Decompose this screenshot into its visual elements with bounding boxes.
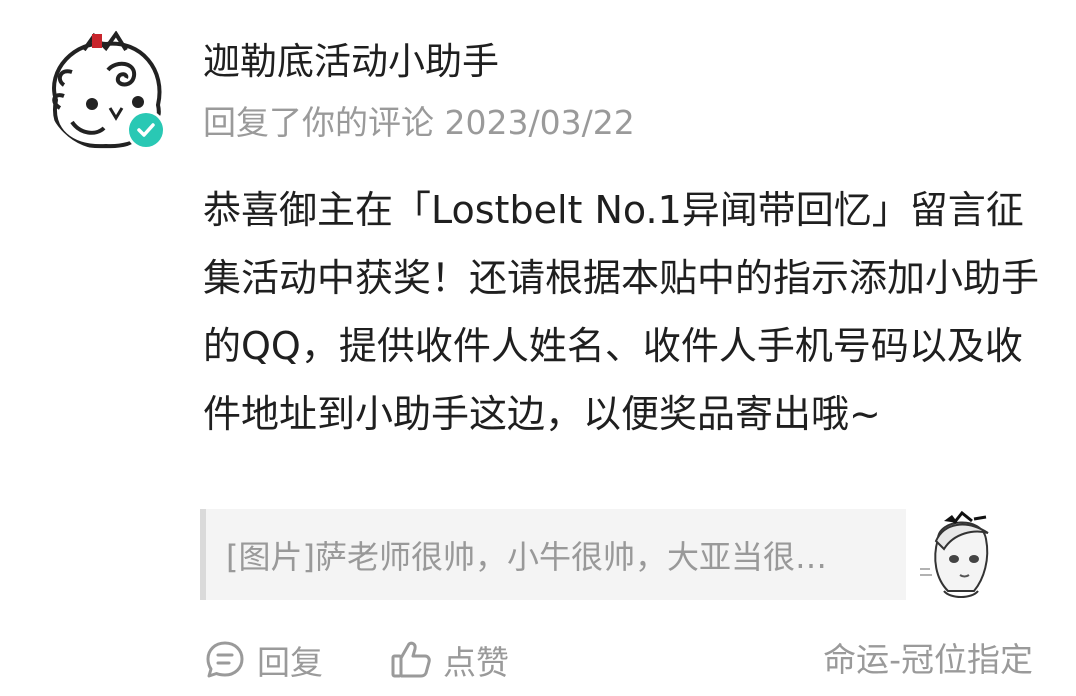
quoted-comment[interactable]: [图片]萨老师很帅，小牛很帅，大亚当很… [200,509,906,600]
username[interactable]: 迦勒底活动小助手 [203,36,499,88]
reply-action-text: 回复了你的评论 [203,103,434,142]
verified-check-icon [129,113,163,147]
thumbs-up-icon [391,641,431,678]
verified-badge [126,110,166,150]
source-label[interactable]: 命运-冠位指定 [823,632,1033,688]
reply-bubble-icon [206,641,244,678]
reply-meta: 回复了你的评论 2023/03/22 [203,100,635,146]
quoted-text: [图片]萨老师很帅，小牛很帅，大亚当很… [226,537,827,576]
action-bar: 回复 点赞 命运-冠位指定 [203,632,1033,688]
user-avatar[interactable] [46,30,168,152]
reply-label: 回复 [257,643,323,682]
like-label: 点赞 [443,643,509,682]
reply-button[interactable]: 回复 [203,632,323,688]
anime-character-thumbnail[interactable] [914,509,1006,600]
like-button[interactable]: 点赞 [389,632,509,688]
reply-date: 2023/03/22 [444,103,635,142]
comment-body[interactable]: 恭喜御主在「Lostbelt No.1异闻带回忆」留言征集活动中获奖！还请根据本… [203,176,1043,448]
